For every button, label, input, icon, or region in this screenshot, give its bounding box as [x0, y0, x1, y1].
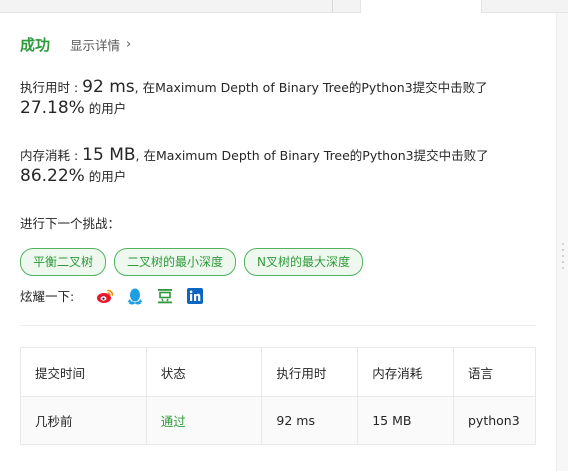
resize-handle[interactable]	[556, 13, 568, 471]
cell-memory: 15 MB	[357, 396, 454, 445]
column-header-memory: 内存消耗	[357, 347, 454, 397]
grip-dot	[562, 249, 564, 251]
weibo-icon[interactable]	[96, 287, 114, 305]
runtime-suffix: 的用户	[84, 101, 127, 116]
chevron-right-icon: ›	[126, 37, 132, 52]
linkedin-icon[interactable]	[186, 287, 204, 305]
show-details-label: 显示详情	[70, 38, 121, 53]
grip-dot	[562, 267, 564, 269]
runtime-percent: 27.18%	[20, 98, 85, 118]
table-header-row: 提交时间 状态 执行用时 内存消耗 语言	[20, 347, 536, 397]
column-header-submit-time: 提交时间	[20, 347, 147, 397]
douban-icon[interactable]	[156, 287, 174, 305]
runtime-description: , 在Maximum Depth of Binary Tree的Python3提…	[134, 80, 488, 95]
memory-percent: 86.22%	[20, 166, 85, 186]
section-divider	[20, 325, 536, 326]
table-row: 几秒前 通过 92 ms 15 MB python3	[20, 396, 536, 445]
column-header-language: 语言	[453, 347, 536, 397]
challenge-tag-balanced-tree[interactable]: 平衡二叉树	[20, 248, 107, 276]
memory-label: 内存消耗 :	[20, 148, 83, 163]
memory-suffix: 的用户	[84, 169, 127, 184]
challenge-tag-min-depth[interactable]: 二叉树的最小深度	[114, 248, 237, 276]
tab-divider	[332, 0, 333, 12]
challenge-tag-n-ary-max-depth[interactable]: N叉树的最大深度	[244, 248, 364, 276]
tab-bar	[0, 0, 568, 13]
cell-runtime: 92 ms	[261, 396, 359, 445]
grip-dot	[562, 243, 564, 245]
memory-stat: 内存消耗 : 15 MB, 在Maximum Depth of Binary T…	[20, 145, 489, 187]
share-row: 炫耀一下:	[20, 286, 216, 305]
column-header-status: 状态	[145, 347, 263, 397]
submissions-table: 提交时间 状态 执行用时 内存消耗 语言 几秒前 通过 92 ms 15 MB …	[20, 347, 536, 445]
column-header-runtime: 执行用时	[261, 347, 359, 397]
grip-dot	[562, 255, 564, 257]
cell-language: python3	[453, 396, 536, 445]
cell-submit-time: 几秒前	[20, 396, 147, 445]
next-challenge-tags: 平衡二叉树 二叉树的最小深度 N叉树的最大深度	[20, 248, 364, 276]
memory-description: , 在Maximum Depth of Binary Tree的Python3提…	[135, 148, 489, 163]
share-label: 炫耀一下:	[20, 289, 75, 304]
memory-value: 15 MB	[82, 145, 136, 165]
tab-submissions-active[interactable]	[360, 0, 482, 13]
qq-icon[interactable]	[126, 287, 144, 305]
result-status-row: 成功 显示详情 ›	[20, 34, 131, 55]
grip-dot	[562, 261, 564, 263]
show-details-link[interactable]: 显示详情 ›	[70, 35, 131, 54]
runtime-label: 执行用时 :	[20, 80, 83, 95]
next-challenge-label: 进行下一个挑战：	[20, 216, 121, 231]
result-status: 成功	[20, 36, 51, 54]
status-accepted-link[interactable]: 通过	[145, 396, 263, 445]
runtime-stat: 执行用时 : 92 ms, 在Maximum Depth of Binary T…	[20, 77, 488, 119]
runtime-value: 92 ms	[82, 77, 135, 97]
